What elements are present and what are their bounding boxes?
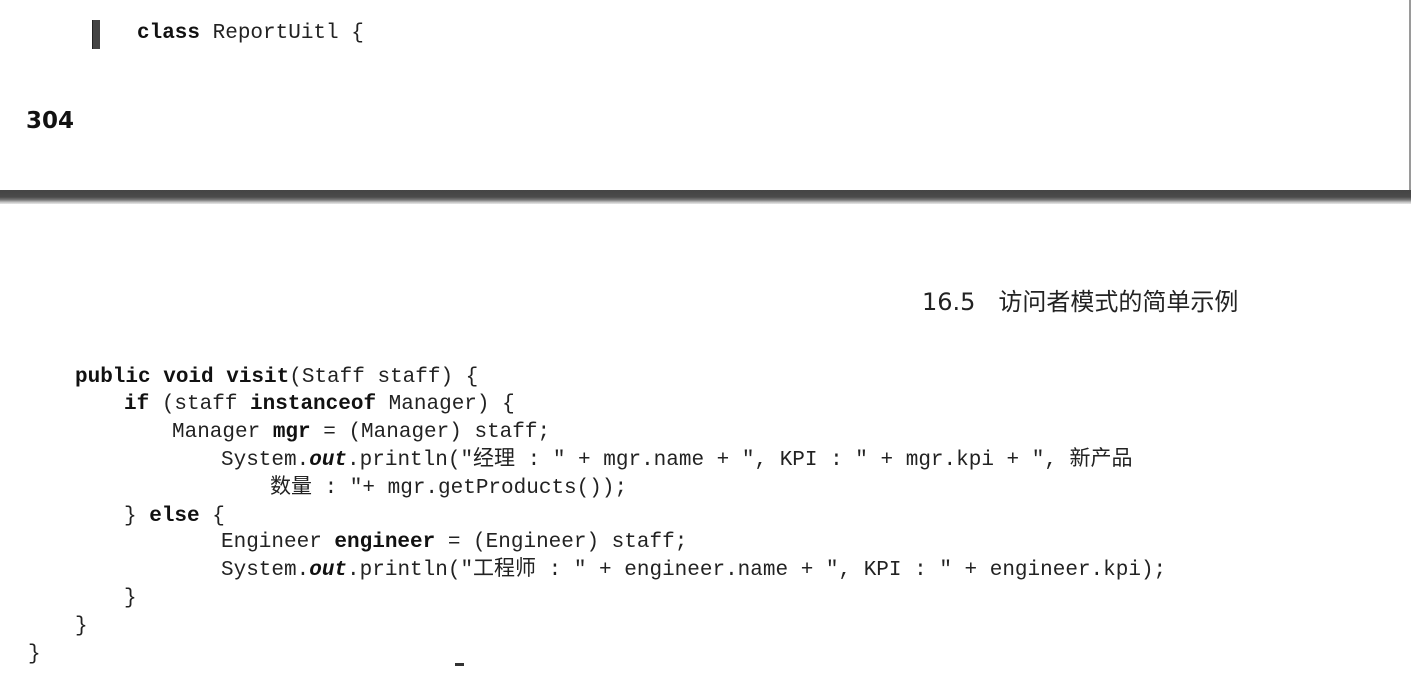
running-header: 16.5 访问者模式的简单示例 xyxy=(922,282,1238,317)
code-line-manager-cast: Manager mgr = (Manager) staff; xyxy=(172,419,550,447)
code-line-close-class: } xyxy=(28,643,41,666)
code-line-print-engineer: System.out.println("工程师 : " + engineer.n… xyxy=(221,557,1166,585)
type-engineer: Engineer xyxy=(221,531,335,554)
code-line-print-manager: System.out.println("经理 : " + mgr.name + … xyxy=(221,447,1133,475)
page-divider xyxy=(0,190,1411,204)
cast-expression: = (Engineer) staff; xyxy=(435,531,688,554)
keyword-else: else xyxy=(149,505,200,528)
field-out: out xyxy=(309,559,348,582)
system-prefix: System. xyxy=(221,559,310,582)
cast-expression: = (Manager) staff; xyxy=(310,421,551,444)
scan-speck xyxy=(455,663,464,666)
code-line-close-else: } xyxy=(124,587,137,610)
method-params: (Staff staff) { xyxy=(289,366,479,389)
if-condition-start: (staff xyxy=(149,393,251,416)
class-name-text: ReportUitl { xyxy=(200,22,364,45)
variable-mgr: mgr xyxy=(272,421,311,444)
code-line-method-signature: public void visit(Staff staff) { xyxy=(75,364,478,392)
println-args: .println("经理 : " + mgr.name + ", KPI : "… xyxy=(347,449,1133,472)
if-condition-end: Manager) { xyxy=(376,393,515,416)
code-line-else: } else { xyxy=(124,503,225,531)
field-out: out xyxy=(309,449,348,472)
keyword-if: if xyxy=(124,393,150,416)
change-bar-marker xyxy=(92,20,100,49)
keyword-instanceof: instanceof xyxy=(250,393,377,416)
section-number: 16.5 xyxy=(922,288,976,316)
println-continuation: 数量 : "+ mgr.getProducts()); xyxy=(270,477,628,500)
code-line-if: if (staff instanceof Manager) { xyxy=(124,391,515,419)
keyword-class: class xyxy=(137,22,201,45)
code-line-class-declaration: class ReportUitl { xyxy=(137,20,364,48)
println-args: .println("工程师 : " + engineer.name + ", K… xyxy=(347,559,1167,582)
code-line-print-manager-cont: 数量 : "+ mgr.getProducts()); xyxy=(270,475,627,503)
keyword-public-void-visit: public void visit xyxy=(75,366,290,389)
code-line-engineer-cast: Engineer engineer = (Engineer) staff; xyxy=(221,529,687,557)
type-manager: Manager xyxy=(172,421,273,444)
page-number: 304 xyxy=(26,108,75,134)
opening-brace: { xyxy=(199,505,225,528)
code-line-close-method: } xyxy=(75,615,88,638)
section-title: 访问者模式的简单示例 xyxy=(998,288,1239,316)
system-prefix: System. xyxy=(221,449,310,472)
closing-brace: } xyxy=(124,505,150,528)
variable-engineer: engineer xyxy=(334,531,436,554)
